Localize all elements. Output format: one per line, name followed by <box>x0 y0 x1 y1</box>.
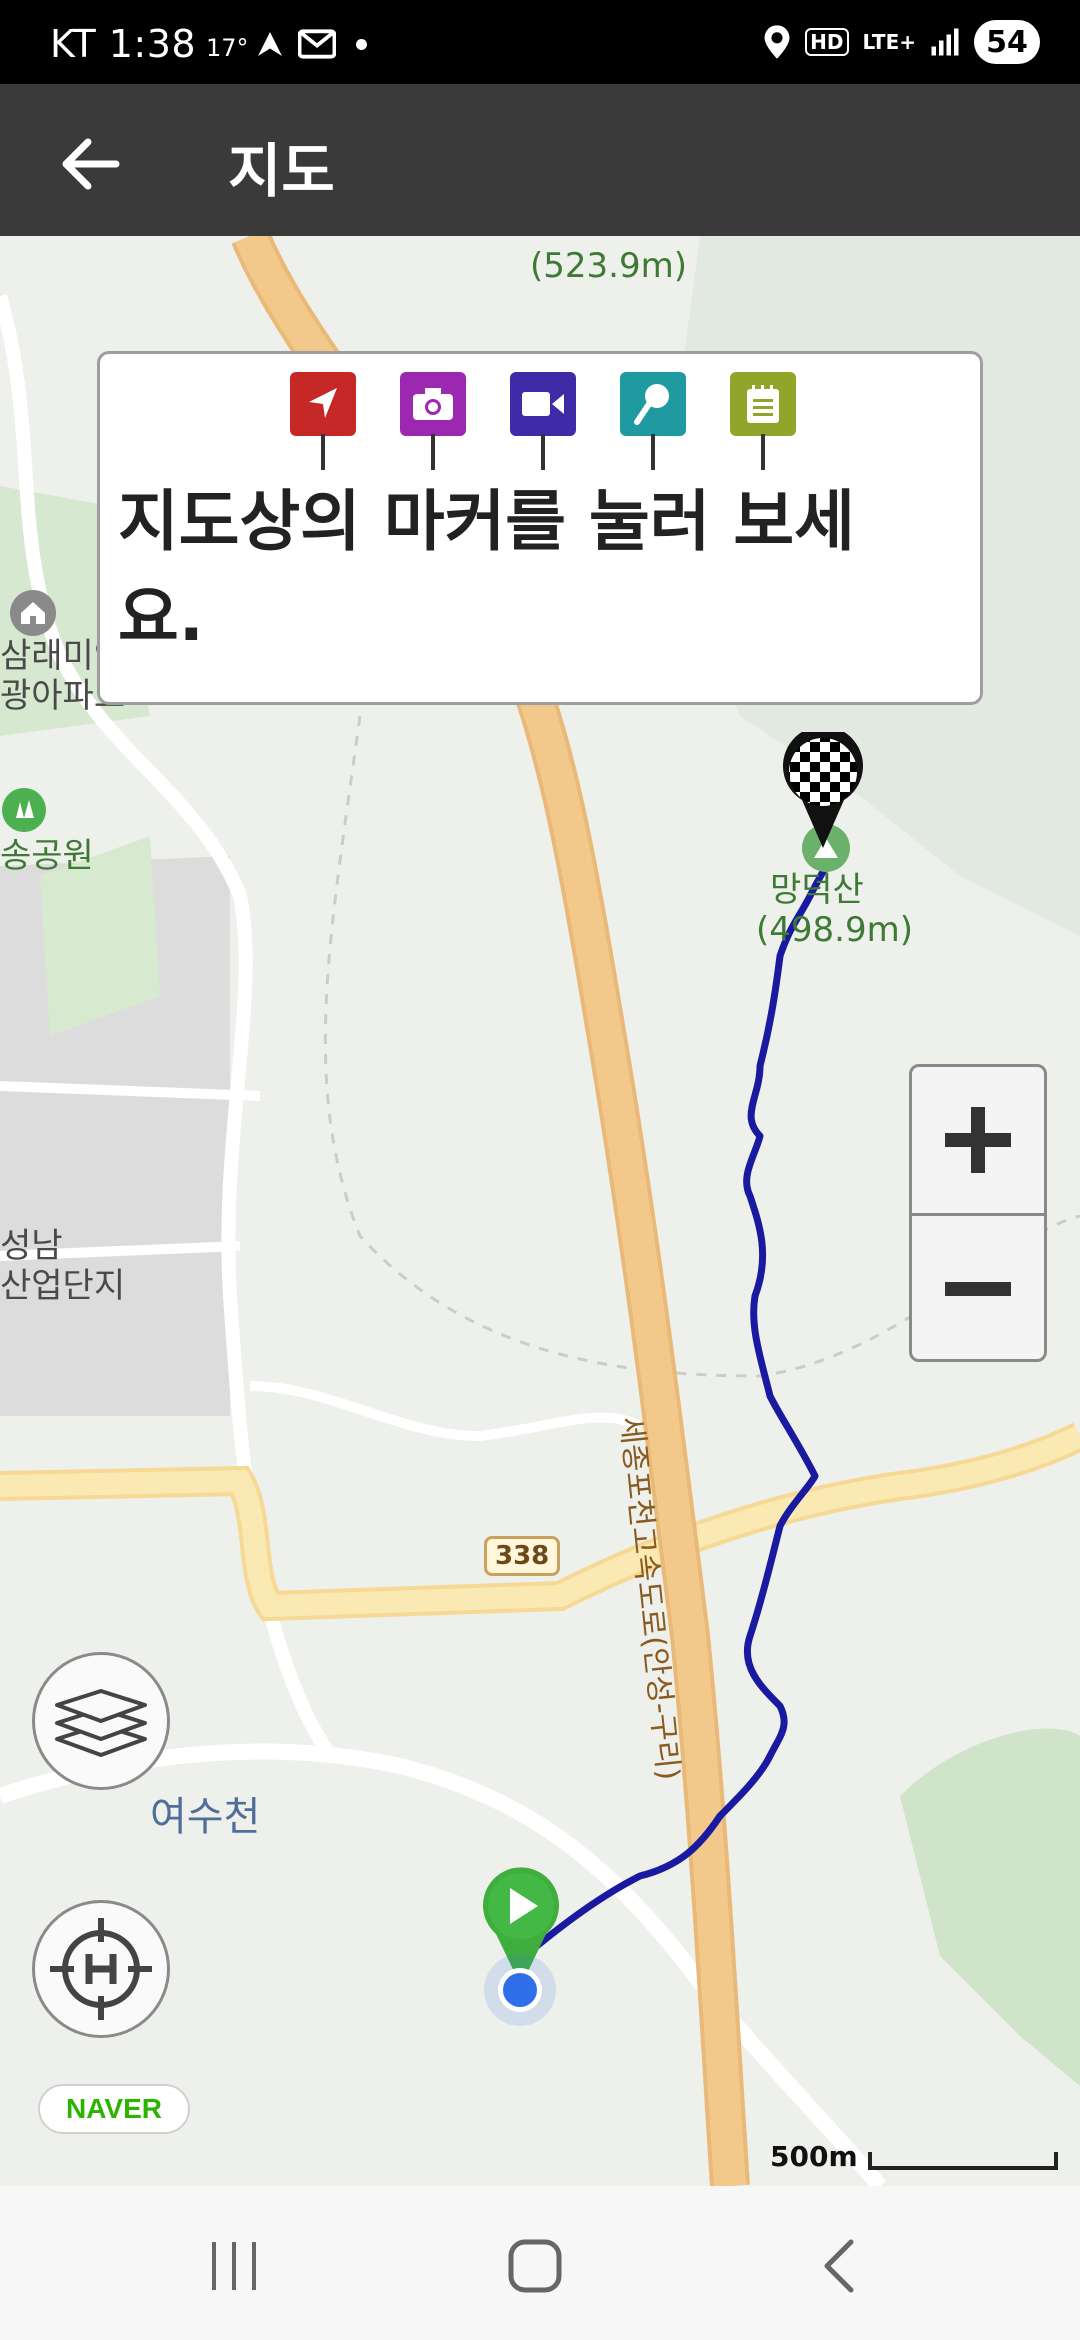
video-marker-legend <box>510 372 576 476</box>
route-number-badge: 338 <box>484 1536 561 1576</box>
video-camera-icon <box>522 392 564 416</box>
stream-label: 여수천 <box>150 1794 261 1840</box>
scale-label: 500m <box>770 2140 858 2173</box>
status-bar: KT 1:38 17° HD LTE+ 54 <box>0 0 1080 84</box>
legend-markers <box>290 372 796 476</box>
finish-flag-marker[interactable] <box>780 732 866 850</box>
recent-apps-button[interactable] <box>184 2226 284 2306</box>
chevron-left-icon <box>824 2239 854 2293</box>
marker-legend-box: 지도상의 마커를 눌러 보세요. <box>97 351 983 705</box>
industrial-label: 성남 산업단지 <box>0 1226 126 1306</box>
note-marker-legend <box>730 372 796 476</box>
summit-name: 망덕산 <box>770 870 864 910</box>
apartment-icon <box>10 590 56 636</box>
start-flag-marker-legend <box>290 372 356 476</box>
system-back-button[interactable] <box>790 2226 890 2306</box>
crosshair-h-icon <box>50 1918 152 2020</box>
zoom-control <box>909 1064 1047 1362</box>
summit-elevation: (498.9m) <box>756 910 913 950</box>
microphone-marker-legend <box>620 372 686 476</box>
current-location-dot <box>484 1954 556 2026</box>
arrow-left-icon <box>62 138 120 190</box>
camera-marker-legend <box>400 372 466 476</box>
recent-apps-icon <box>212 2242 256 2290</box>
top-peak-elevation: (523.9m) <box>530 246 687 286</box>
layers-button[interactable] <box>32 1652 170 1790</box>
location-button[interactable] <box>32 1900 170 2038</box>
park-icon <box>2 788 46 832</box>
carrier-time: KT 1:38 <box>50 22 197 66</box>
camera-icon <box>413 388 453 420</box>
mail-icon <box>298 29 336 59</box>
naver-logo: NAVER <box>38 2084 190 2134</box>
navigation-icon <box>258 32 282 56</box>
temperature: 17° <box>206 34 249 62</box>
home-button[interactable] <box>485 2226 585 2306</box>
park-label: 송공원 <box>0 836 94 876</box>
zoom-in-button[interactable] <box>912 1067 1044 1213</box>
system-icons: HD LTE+ 54 <box>763 20 1040 64</box>
back-button[interactable] <box>50 124 130 204</box>
scale-bar <box>868 2152 1058 2170</box>
network-type: LTE+ <box>862 30 917 54</box>
location-icon <box>764 25 790 59</box>
notepad-icon <box>747 385 779 423</box>
home-icon <box>508 2239 562 2293</box>
navigation-arrow-icon <box>309 388 337 418</box>
hd-badge: HD <box>805 28 849 56</box>
app-bar: 지도 <box>0 84 1080 236</box>
zoom-out-button[interactable] <box>912 1216 1044 1362</box>
page-title: 지도 <box>228 137 335 205</box>
signal-icon <box>931 28 959 56</box>
plus-icon <box>945 1107 1011 1173</box>
layers-icon <box>55 1689 147 1757</box>
notification-icons <box>252 26 367 62</box>
marker-hint-text: 지도상의 마커를 눌러 보세요. <box>118 483 855 656</box>
system-nav-bar <box>0 2186 1080 2340</box>
minus-icon <box>945 1282 1011 1296</box>
battery-level: 54 <box>974 20 1040 64</box>
more-notifications-dot <box>356 38 367 50</box>
microphone-icon <box>634 384 669 425</box>
